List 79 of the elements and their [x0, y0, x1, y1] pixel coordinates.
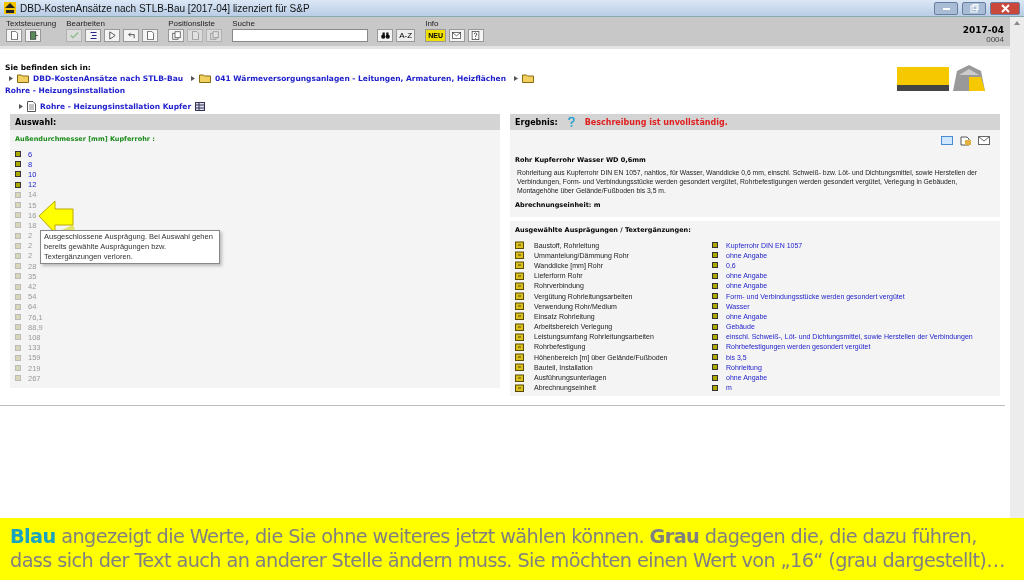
app-icon: [4, 2, 16, 14]
bullet-icon: [712, 272, 718, 279]
toolbar-button[interactable]: [85, 29, 102, 42]
help-button[interactable]: [467, 29, 484, 42]
close-button[interactable]: [990, 1, 1020, 15]
bullet-icon: [712, 364, 718, 371]
bullet-icon: [712, 343, 718, 350]
folder-icon[interactable]: [515, 342, 524, 351]
folder-icon: [17, 74, 29, 83]
page-icon: [190, 31, 200, 40]
toolbar-button[interactable]: [123, 29, 140, 42]
toolbar-button[interactable]: [25, 29, 41, 42]
folder-icon[interactable]: [515, 241, 524, 250]
bullet-icon: [712, 384, 718, 391]
folder-icon[interactable]: [515, 332, 524, 341]
folder-icon[interactable]: [515, 322, 524, 331]
page-icon: [145, 31, 155, 40]
page-icon: [9, 31, 19, 40]
envelope-icon: [452, 31, 462, 40]
play-icon: [107, 31, 117, 40]
build-number: 0004: [986, 35, 1004, 44]
help-icon: [471, 31, 481, 40]
panel-title: Ergebnis:: [515, 117, 558, 127]
minimize-icon: [941, 5, 951, 11]
folder-icon: [522, 74, 535, 83]
folder-icon: [199, 74, 212, 83]
bullet-icon: [712, 333, 718, 340]
minimize-button[interactable]: [934, 1, 958, 15]
table-icon: [195, 102, 206, 111]
bullet-icon: [712, 252, 718, 259]
undo-icon: [126, 31, 136, 40]
search-field[interactable]: [232, 29, 369, 42]
find-button[interactable]: [377, 29, 394, 42]
bullet-icon: [712, 374, 718, 381]
folder-icon[interactable]: [515, 312, 524, 321]
info-label: Info: [425, 19, 440, 28]
bullet-icon: [712, 354, 718, 361]
restore-icon: [969, 3, 979, 13]
restore-button[interactable]: [962, 1, 986, 15]
toolbar-label: Bearbeiten: [66, 19, 106, 28]
close-icon: [1000, 3, 1010, 13]
binoculars-icon: [380, 31, 390, 40]
window-title: DBD-KostenAnsätze nach STLB-Bau [2017-04] lizenziert für S&P: [20, 2, 310, 14]
copy-icon: [209, 31, 219, 40]
scroll-up-icon[interactable]: [1014, 21, 1020, 25]
envelope-icon[interactable]: [978, 136, 990, 145]
folder-icon[interactable]: [515, 271, 524, 280]
door-icon: [28, 31, 38, 40]
bullet-icon: [712, 282, 718, 289]
bullet-icon: [712, 303, 718, 310]
scrollbar[interactable]: [1010, 17, 1024, 518]
toolbar-label: Positionsliste: [168, 19, 216, 28]
folder-icon[interactable]: [515, 251, 524, 260]
copy-icon: [171, 31, 181, 40]
folder-icon[interactable]: [515, 353, 524, 362]
folder-icon[interactable]: [515, 281, 524, 290]
caption-text: Blau angezeigt die Werte, die Sie ohne weiteres jetzt wählen können. Grau dagegen die, die dazu führen, dass sich der Text auch an anderer Stelle ändern muss. Sie möchten einen Wert von „16“ (grau dargestellt)…: [0, 518, 1024, 580]
bullet-icon: [712, 242, 718, 249]
bullet-icon: [712, 323, 718, 330]
document-icon[interactable]: [941, 136, 953, 145]
document-icon: [27, 101, 36, 112]
bullet-icon: [712, 293, 718, 300]
search-label: Suche: [232, 19, 256, 28]
bullet-icon: [712, 262, 718, 269]
folder-icon[interactable]: [515, 261, 524, 270]
version-label: 2017-04: [962, 25, 1004, 35]
folder-icon[interactable]: [515, 363, 524, 372]
panel-title: Auswahl:: [15, 117, 57, 127]
folder-icon[interactable]: [515, 302, 524, 311]
check-icon: [69, 31, 79, 40]
folder-icon[interactable]: [515, 292, 524, 301]
toolbar-label: Textsteuerung: [6, 19, 57, 28]
folder-icon[interactable]: [515, 373, 524, 382]
mail-button[interactable]: [448, 29, 465, 42]
sort-button[interactable]: A-Z: [396, 29, 416, 42]
status-message: Beschreibung ist unvollständig.: [584, 117, 728, 127]
list-icon: [88, 31, 98, 40]
folder-icon[interactable]: [515, 383, 524, 392]
bullet-icon: [712, 313, 718, 320]
